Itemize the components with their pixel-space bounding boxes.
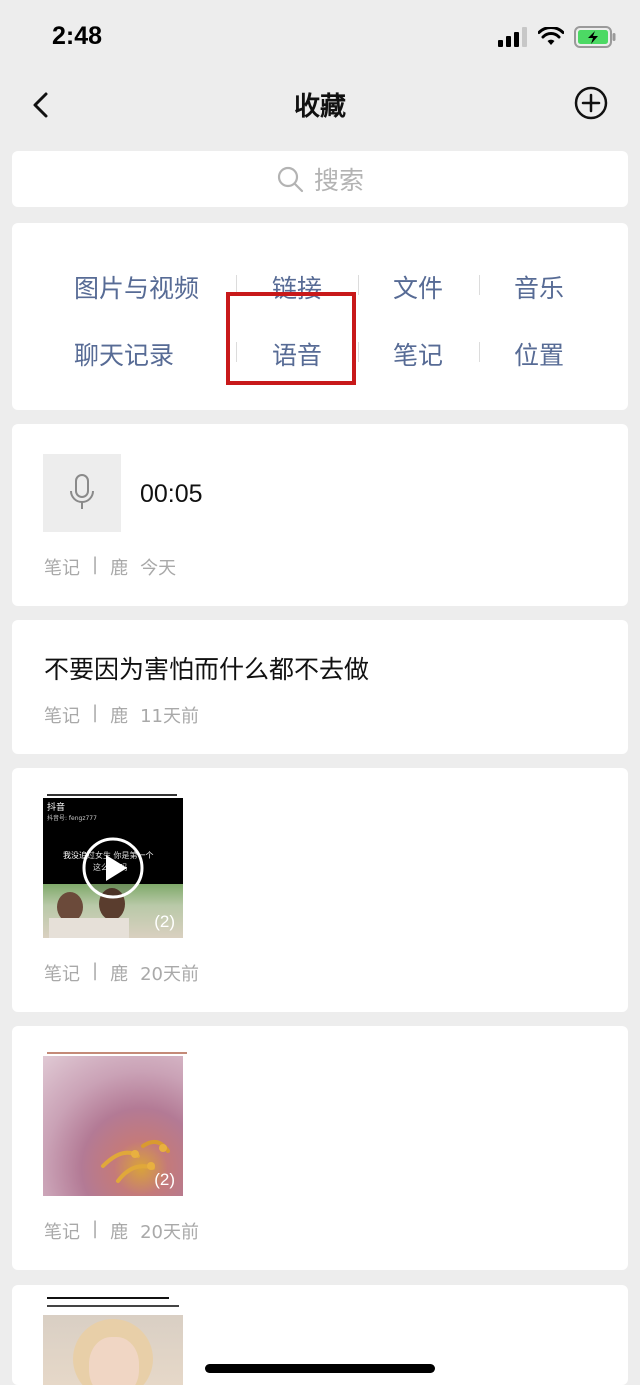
microphone-icon <box>70 474 94 509</box>
search-icon <box>277 166 304 193</box>
person-clothing <box>49 918 129 938</box>
status-time: 2:48 <box>52 22 103 50</box>
item-time: 今天 <box>140 558 177 579</box>
item-meta: 笔记 | 鹿 11天前 <box>44 702 199 728</box>
portrait-image-thumbnail <box>43 1315 183 1385</box>
category-chat-history[interactable]: 聊天记录 <box>74 336 174 372</box>
status-bar: 2:48 <box>0 0 640 76</box>
category-divider <box>358 275 359 295</box>
meta-separator: | <box>92 702 99 723</box>
meta-separator: | <box>92 1218 99 1239</box>
highlight-annotation-box <box>226 292 356 385</box>
flower-image-thumbnail: (2) <box>43 1056 183 1196</box>
item-count: (2) <box>154 912 175 931</box>
portrait-face <box>89 1337 139 1385</box>
home-indicator[interactable] <box>205 1364 435 1373</box>
item-time: 11天前 <box>140 706 199 727</box>
favorite-item-voice[interactable]: 00:05 笔记 | 鹿 今天 <box>12 424 628 606</box>
category-divider <box>479 342 480 362</box>
play-icon[interactable] <box>81 836 145 900</box>
meta-separator: | <box>92 960 99 981</box>
battery-icon <box>574 26 616 48</box>
category-photos-videos[interactable]: 图片与视频 <box>74 269 199 305</box>
add-circle-icon <box>574 86 608 120</box>
video-thumbnail: 抖音 抖音号: fengz777 我没追过女生 你是第一个 这么… 吗 (2) <box>43 798 183 938</box>
stack-indicator <box>47 794 177 796</box>
voice-duration: 00:05 <box>140 480 203 508</box>
item-time: 20天前 <box>140 1222 199 1243</box>
video-app-label: 抖音 <box>47 803 66 813</box>
voice-thumbnail <box>43 454 121 532</box>
stack-indicator <box>47 1052 187 1054</box>
note-content: 不要因为害怕而什么都不去做 <box>44 655 370 684</box>
page-title: 收藏 <box>293 92 346 122</box>
category-divider <box>479 275 480 295</box>
item-source: 笔记 <box>44 1222 80 1243</box>
stack-indicator <box>47 1297 169 1299</box>
signal-icon <box>498 27 527 47</box>
video-account-id: 抖音号: fengz777 <box>47 815 97 822</box>
item-source: 笔记 <box>44 558 80 579</box>
item-source: 笔记 <box>44 964 80 985</box>
category-divider <box>358 342 359 362</box>
category-music[interactable]: 音乐 <box>514 269 564 305</box>
item-author: 鹿 <box>110 964 129 985</box>
item-meta: 笔记 | 鹿 20天前 <box>44 1218 199 1244</box>
item-meta: 笔记 | 鹿 20天前 <box>44 960 199 986</box>
category-notes[interactable]: 笔记 <box>393 336 443 372</box>
category-files[interactable]: 文件 <box>393 269 443 305</box>
item-author: 鹿 <box>110 1222 129 1243</box>
item-count: (2) <box>154 1170 175 1189</box>
favorite-item-video[interactable]: 抖音 抖音号: fengz777 我没追过女生 你是第一个 这么… 吗 (2) … <box>12 768 628 1012</box>
item-source: 笔记 <box>44 706 80 727</box>
wifi-icon <box>538 27 564 45</box>
item-author: 鹿 <box>110 558 129 579</box>
nav-bar: 收藏 <box>0 76 640 132</box>
meta-separator: | <box>92 554 99 575</box>
search-input[interactable]: 搜索 <box>12 151 628 207</box>
stack-indicator <box>47 1305 179 1307</box>
add-button[interactable] <box>574 86 608 120</box>
favorite-item-note[interactable]: 不要因为害怕而什么都不去做 笔记 | 鹿 11天前 <box>12 620 628 754</box>
item-time: 20天前 <box>140 964 199 985</box>
category-location[interactable]: 位置 <box>514 336 564 372</box>
favorite-item-image[interactable]: (2) 笔记 | 鹿 20天前 <box>12 1026 628 1270</box>
item-author: 鹿 <box>110 706 129 727</box>
status-icons <box>498 26 616 48</box>
search-placeholder: 搜索 <box>313 166 364 195</box>
item-meta: 笔记 | 鹿 今天 <box>44 554 176 580</box>
